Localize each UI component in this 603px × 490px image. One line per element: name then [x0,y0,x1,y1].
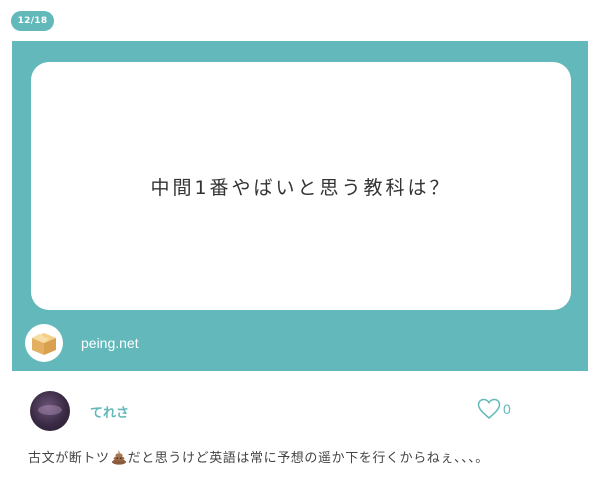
like-button[interactable]: 0 [477,398,511,420]
source-label[interactable]: peing.net [81,335,139,351]
answer-text: 古文が断トツ だと思うけど英語は常に予想の遥か下を行くからねぇ、、、。 [28,447,489,469]
user-name[interactable]: てれさ [90,402,129,421]
box-icon [32,333,56,355]
avatar[interactable] [30,391,70,431]
like-count: 0 [503,401,511,417]
question-box: 中間1番やばいと思う教科は？ [31,62,571,310]
source-row: peing.net [25,324,139,362]
pile-of-poo-icon [111,449,127,469]
answer-text-before: 古文が断トツ [28,451,110,466]
date-badge: 12/18 [11,11,54,31]
source-avatar [25,324,63,362]
answer-header: てれさ [30,390,520,432]
question-text: 中間1番やばいと思う教科は？ [150,176,452,199]
answer-text-after: だと思うけど英語は常に予想の遥か下を行くからねぇ、、、。 [127,451,489,466]
heart-icon[interactable] [477,398,501,420]
question-card[interactable]: 中間1番やばいと思う教科は？ peing.net [12,41,588,371]
